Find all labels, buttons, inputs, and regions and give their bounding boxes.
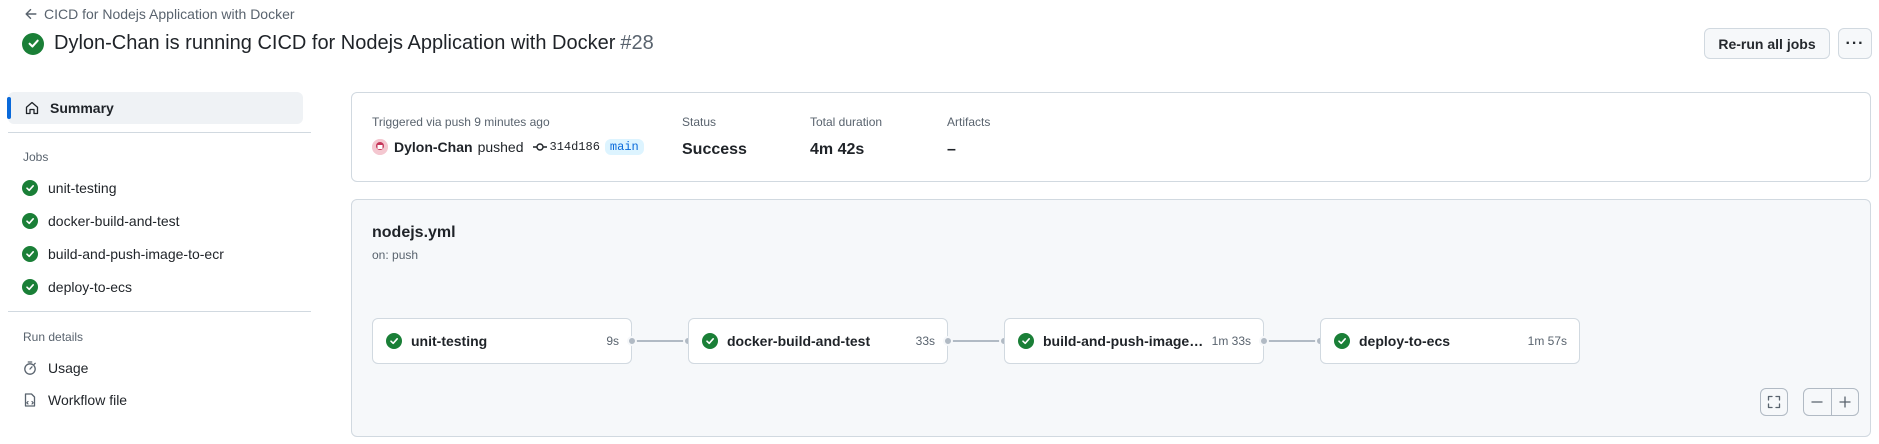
success-check-icon	[22, 279, 38, 295]
sidebar-job-deploy-to-ecs[interactable]: deploy-to-ecs	[22, 279, 132, 295]
sidebar-job-label: build-and-push-image-to-ecr	[48, 246, 224, 262]
success-check-icon	[22, 32, 44, 55]
sidebar-job-docker-build-and-test[interactable]: docker-build-and-test	[22, 213, 180, 229]
workflow-trigger: on: push	[372, 248, 419, 262]
page-title-text: Dylon-Chan is running CICD for Nodejs Ap…	[54, 32, 616, 54]
sidebar-item-summary[interactable]: Summary	[7, 92, 303, 124]
graph-job-name: build-and-push-image-t...	[1043, 333, 1206, 349]
zoom-in-button[interactable]	[1830, 389, 1859, 415]
back-link[interactable]: CICD for Nodejs Application with Docker	[24, 6, 295, 22]
graph-job-name: docker-build-and-test	[727, 333, 871, 349]
success-check-icon	[1018, 333, 1034, 349]
graph-job-duration: 1m 33s	[1211, 334, 1251, 348]
artifacts-info: Artifacts –	[947, 115, 990, 159]
success-check-icon	[386, 333, 402, 349]
status-label: Status	[682, 115, 717, 129]
success-check-icon	[22, 246, 38, 262]
commit-sha-link[interactable]: 314d186	[550, 140, 600, 154]
artifacts-value: –	[947, 141, 956, 158]
sidebar-item-workflow-file[interactable]: Workflow file	[22, 392, 127, 408]
graph-job-docker-build-and-test[interactable]: docker-build-and-test 33s	[688, 318, 948, 364]
sidebar-item-summary-label: Summary	[50, 100, 114, 116]
zoom-out-button[interactable]	[1804, 389, 1831, 415]
sidebar-item-workflow-file-label: Workflow file	[48, 392, 128, 408]
run-number: #28	[620, 32, 654, 54]
stopwatch-icon	[24, 361, 36, 375]
branch-badge[interactable]: main	[604, 139, 644, 155]
job-connector	[1265, 340, 1321, 342]
triggered-label: Triggered via push 9 minutes ago	[372, 115, 550, 129]
connector-dot	[627, 336, 637, 346]
graph-job-deploy-to-ecs[interactable]: deploy-to-ecs 1m 57s	[1320, 318, 1580, 364]
sidebar-item-usage-label: Usage	[48, 360, 89, 376]
fullscreen-button[interactable]	[1760, 388, 1788, 416]
sidebar-run-details-heading: Run details	[23, 330, 84, 344]
back-link-label: CICD for Nodejs Application with Docker	[44, 6, 295, 22]
graph-job-duration: 33s	[915, 334, 935, 348]
rerun-all-jobs-button[interactable]: Re-run all jobs	[1704, 28, 1830, 59]
connector-dot	[1259, 336, 1269, 346]
duration-value: 4m 42s	[810, 141, 865, 158]
job-connector	[633, 340, 689, 342]
home-icon	[25, 101, 39, 115]
success-check-icon	[22, 180, 38, 196]
artifacts-label: Artifacts	[947, 115, 991, 129]
page-title: Dylon-Chan is running CICD for Nodejs Ap…	[54, 32, 654, 55]
sidebar-job-label: docker-build-and-test	[48, 213, 180, 229]
zoom-controls	[1803, 388, 1859, 416]
sidebar-job-label: deploy-to-ecs	[48, 279, 133, 295]
fullscreen-icon	[1767, 395, 1781, 409]
run-title-row: Dylon-Chan is running CICD for Nodejs Ap…	[22, 32, 654, 55]
minus-icon	[1811, 401, 1823, 403]
sidebar-divider	[8, 311, 311, 312]
graph-job-duration: 1m 57s	[1527, 334, 1567, 348]
trigger-info: Triggered via push 9 minutes ago Dylon-C…	[372, 115, 644, 155]
sidebar-job-build-and-push-image-to-ecr[interactable]: build-and-push-image-to-ecr	[22, 246, 224, 262]
run-summary-card: Triggered via push 9 minutes ago Dylon-C…	[351, 92, 1871, 182]
arrow-left-icon	[25, 8, 37, 20]
plus-icon	[1839, 396, 1851, 408]
status-info: Status Success	[682, 115, 747, 159]
success-check-icon	[22, 213, 38, 229]
connector-dot	[943, 336, 953, 346]
sidebar-jobs-heading: Jobs	[23, 150, 49, 164]
graph-job-name: deploy-to-ecs	[1359, 333, 1451, 349]
status-value: Success	[682, 141, 747, 158]
sidebar-divider	[8, 132, 311, 133]
graph-job-build-and-push-image-to-ecr[interactable]: build-and-push-image-t... 1m 33s	[1004, 318, 1264, 364]
action-text: pushed	[477, 139, 524, 155]
more-options-button[interactable]: ···	[1838, 28, 1872, 59]
job-connector	[949, 340, 1005, 342]
success-check-icon	[1334, 333, 1350, 349]
workflow-file-icon	[24, 393, 36, 407]
success-check-icon	[702, 333, 718, 349]
trigger-line: Dylon-Chan pushed 314d186 main	[372, 139, 644, 155]
sidebar-job-unit-testing[interactable]: unit-testing	[22, 180, 116, 196]
graph-job-name: unit-testing	[411, 333, 488, 349]
actor-link[interactable]: Dylon-Chan	[394, 139, 473, 155]
sidebar-job-label: unit-testing	[48, 180, 117, 196]
git-commit-icon	[532, 143, 547, 151]
duration-label: Total duration	[810, 115, 883, 129]
workflow-file-name[interactable]: nodejs.yml	[372, 224, 456, 242]
sidebar-item-usage[interactable]: Usage	[22, 360, 88, 376]
avatar[interactable]	[372, 139, 388, 155]
workflow-graph-card: nodejs.yml on: push unit-testing 9s dock…	[351, 199, 1871, 437]
graph-job-duration: 9s	[606, 334, 619, 348]
duration-info: Total duration 4m 42s	[810, 115, 882, 159]
graph-job-unit-testing[interactable]: unit-testing 9s	[372, 318, 632, 364]
